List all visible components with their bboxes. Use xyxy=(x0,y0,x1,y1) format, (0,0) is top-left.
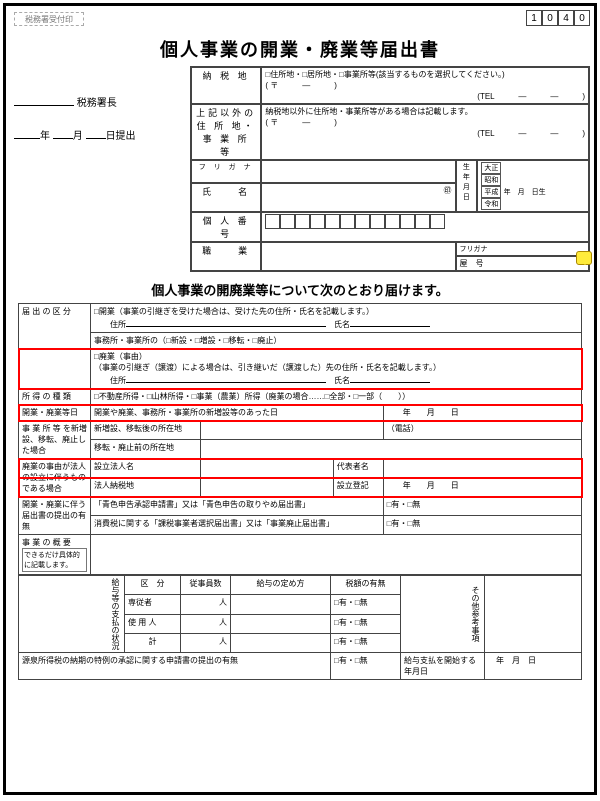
office-label: 事 業 所 等 を新増設、移転、廃止した場合 xyxy=(19,421,91,459)
reg-m: 月 xyxy=(427,481,435,490)
close-name-lbl: 氏名 xyxy=(334,376,350,385)
submit-day: 日提出 xyxy=(106,131,136,142)
sp-y: 年 xyxy=(496,656,504,665)
addressee: 税務署長 xyxy=(77,98,117,109)
form-code-4: 0 xyxy=(574,10,590,26)
date-y: 年 xyxy=(403,408,411,417)
m: 月 xyxy=(73,131,83,142)
reception-stamp: 税務署受付印 xyxy=(14,12,84,26)
nozei-options[interactable]: □住所地・□居所地・□事業所等(該当するものを選択してください。) xyxy=(265,69,585,80)
kubun-office[interactable]: 事務所・事業所の（□新設・□増設・□移転・□廃止） xyxy=(91,333,582,349)
pay-hdr-4: 税額の有無 xyxy=(331,576,401,595)
pay-cnt1[interactable]: 人 xyxy=(181,595,231,614)
reg-y: 年 xyxy=(403,481,411,490)
birth-label: 生年月日 xyxy=(456,160,478,212)
shotoku-body[interactable]: □不動産所得・□山林所得・□事業（農業）所得（廃業の場合……□全部・□一部（ ）… xyxy=(91,389,582,405)
corp-name-lbl: 設立法人名 xyxy=(91,459,201,478)
tel[interactable]: (TEL ― ― ) xyxy=(265,91,585,102)
furigana-label: フ リ ガ ナ xyxy=(191,160,261,183)
kubun-label: 届 出 の 区 分 xyxy=(19,304,91,389)
pay-yn1[interactable]: □有・□無 xyxy=(331,595,401,614)
pay-hdr-1: 区 分 xyxy=(125,576,181,595)
pay-cnt2[interactable]: 人 xyxy=(181,614,231,633)
pay-hdr-2: 従事員数 xyxy=(181,576,231,595)
kubun-close-note: （事業の引継ぎ（譲渡）による場合は、引き継いだ（譲渡した）先の住所・氏名を記載し… xyxy=(94,362,578,373)
date-label: 開業・廃業等日 xyxy=(19,405,91,421)
name-label: 氏 名 xyxy=(191,183,261,212)
corp-addr-lbl: 法人納税地 xyxy=(91,478,201,497)
section-header: 個人事業の開廃業等について次のとおり届けます。 xyxy=(10,280,590,299)
comment-bubble-icon[interactable] xyxy=(576,251,592,265)
seal-mark: ㊞ xyxy=(444,186,452,195)
reason-blue: 「青色申告承認申請書」又は「青色申告の取りやめ届出書」 xyxy=(91,497,384,516)
occupation-label: 職 業 xyxy=(191,242,261,271)
shotoku-label: 所 得 の 種 類 xyxy=(19,389,91,405)
pay-row3: 計 xyxy=(125,633,181,652)
corp-label: 廃業の事由が法人の設立に伴うものである場合 xyxy=(19,459,91,497)
sp-d: 日 xyxy=(528,656,536,665)
postal[interactable]: ( 〒 ― ) xyxy=(265,80,585,91)
mynumber-boxes[interactable] xyxy=(265,214,585,231)
trade-name-label: 屋 号 xyxy=(456,256,589,271)
era-taisho[interactable]: 大正 xyxy=(481,162,501,174)
other-ref-label: その他参考事項 xyxy=(401,576,485,653)
reg-d: 日 xyxy=(451,481,459,490)
office-new-lbl: 新増設、移転後の所在地 xyxy=(91,421,201,440)
other-addr-label: 上記以外の住 所 地・事 業 所 等 xyxy=(191,104,261,160)
pay-yn3[interactable]: □有・□無 xyxy=(331,633,401,652)
y: 年 xyxy=(40,131,50,142)
office-old-lbl: 移転・廃止前の所在地 xyxy=(91,440,201,459)
pay-row1: 専従者 xyxy=(125,595,181,614)
corp-reg-lbl: 設立登記 xyxy=(333,478,383,497)
era-showa[interactable]: 昭和 xyxy=(481,174,501,186)
close-addr-lbl: 住所 xyxy=(110,376,126,385)
trade-furigana: フリガナ xyxy=(456,242,589,256)
form-code-1: 1 xyxy=(526,10,542,26)
pay-yn2[interactable]: □有・□無 xyxy=(331,614,401,633)
form-code-2: 0 xyxy=(542,10,558,26)
kubun-addr-lbl: 住所 xyxy=(110,320,126,329)
sp-m: 月 xyxy=(512,656,520,665)
pay-side-label: 給与等の支払の状況 xyxy=(19,576,125,653)
startpay-label: 給与支払を開始する年月日 xyxy=(401,653,485,680)
tax-yesno[interactable]: □有・□無 xyxy=(383,516,581,535)
kubun-open[interactable]: □開業（事業の引継ぎを受けた場合は、受けた先の住所・氏名を記載します。） xyxy=(94,306,578,317)
postal2[interactable]: ( 〒 ― ) xyxy=(265,117,585,128)
era-reiwa[interactable]: 令和 xyxy=(481,198,501,210)
blue-yesno[interactable]: □有・□無 xyxy=(383,497,581,516)
date-body: 開業や廃業、事務所・事業所の新増設等のあった日 xyxy=(91,405,384,421)
form-code-3: 4 xyxy=(558,10,574,26)
pay-cnt3[interactable]: 人 xyxy=(181,633,231,652)
nozei-label: 納 税 地 xyxy=(191,67,261,104)
date-m: 月 xyxy=(427,408,435,417)
other-ref-field[interactable] xyxy=(485,576,582,653)
date-d: 日 xyxy=(451,408,459,417)
pay-row2: 使 用 人 xyxy=(125,614,181,633)
kubun-close[interactable]: □廃業（事由） xyxy=(94,351,578,362)
summary-note: できるだけ具体的に記載します。 xyxy=(22,548,87,572)
summary-label: 事 業 の 概 要 できるだけ具体的に記載します。 xyxy=(19,535,91,575)
mynumber-label: 個 人 番 号 xyxy=(191,212,261,242)
pay-hdr-3: 給与の定め方 xyxy=(231,576,331,595)
form-title: 個人事業の開業・廃業等届出書 xyxy=(10,36,590,62)
summary-field[interactable] xyxy=(91,535,582,575)
withholding-yn[interactable]: □有・□無 xyxy=(331,653,401,680)
corp-rep-lbl: 代表者名 xyxy=(333,459,383,478)
reason-tax: 消費税に関する「課税事業者選択届出書」又は「事業廃止届出書」 xyxy=(91,516,384,535)
era-heisei[interactable]: 平成 xyxy=(481,186,501,198)
birth-tail: 年 月 日生 xyxy=(504,189,546,196)
kubun-name-lbl: 氏名 xyxy=(334,320,350,329)
other-addr-note: 納税地以外に住所地・事業所等がある場合は記載します。 xyxy=(265,106,585,117)
reason-label: 開業・廃業に伴う届出書の提出の有無 xyxy=(19,497,91,535)
office-tel[interactable]: （電話） xyxy=(383,421,581,440)
tel2[interactable]: (TEL ― ― ) xyxy=(265,128,585,139)
withholding-label: 源泉所得税の納期の特例の承認に関する申請書の提出の有無 xyxy=(19,653,331,680)
